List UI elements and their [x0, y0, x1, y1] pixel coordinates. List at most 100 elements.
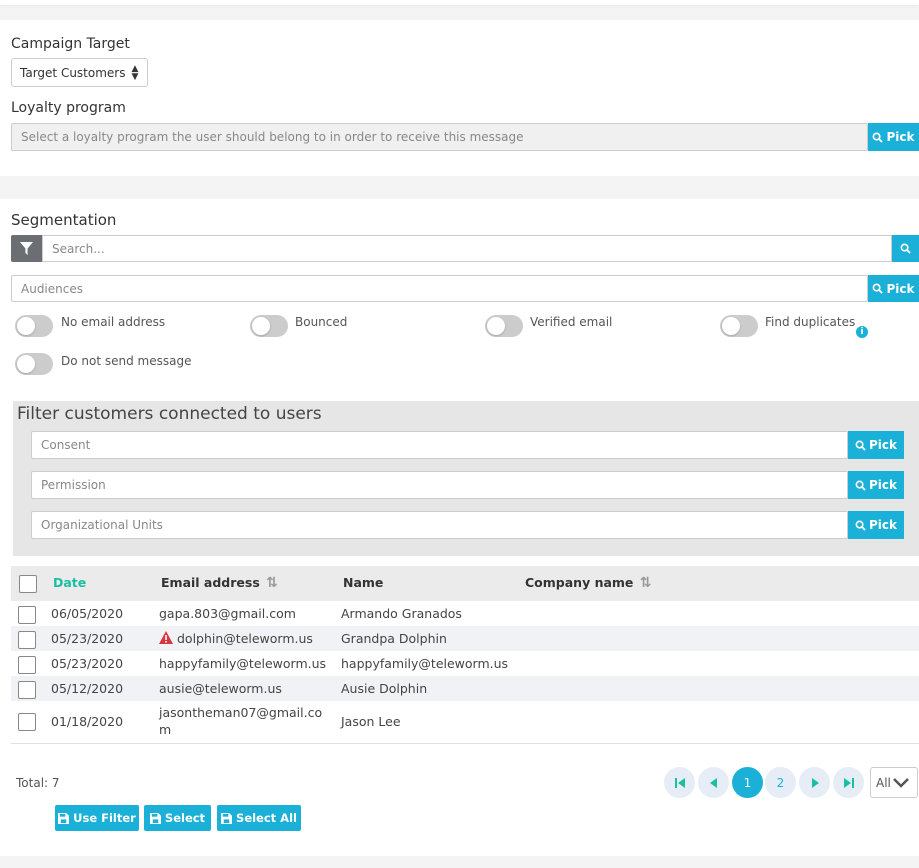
button-label: Select: [164, 811, 206, 825]
row-email: dolphin@teleworm.us: [177, 631, 313, 646]
row-name: happyfamily@teleworm.us: [341, 656, 509, 671]
toggle-label: Bounced: [295, 315, 348, 329]
next-icon: [811, 777, 819, 788]
info-icon[interactable]: i: [856, 326, 868, 338]
page-2-button[interactable]: 2: [765, 767, 796, 798]
campaign-target-label: Campaign Target: [11, 36, 130, 52]
organizational-units-field[interactable]: Organizational Units: [31, 511, 848, 539]
pick-label: Pick: [868, 438, 897, 452]
toggle-find-duplicates[interactable]: [720, 315, 758, 337]
header-company-label: Company name: [525, 575, 634, 590]
consent-field[interactable]: Consent: [31, 431, 848, 459]
table-row[interactable]: 01/18/2020 jasontheman07@gmail.co m Jaso…: [11, 701, 919, 744]
row-email: ausie@teleworm.us: [159, 681, 282, 696]
toggle-label: No email address: [61, 315, 166, 329]
toggle-label: Do not send message: [61, 354, 192, 368]
filter-customers-panel: Filter customers connected to users Cons…: [13, 401, 919, 556]
row-checkbox[interactable]: [18, 656, 36, 674]
row-name: Jason Lee: [341, 714, 401, 729]
row-date: 05/12/2020: [51, 681, 124, 696]
loyalty-pick-button[interactable]: Pick: [868, 123, 919, 151]
header-date[interactable]: Date: [53, 575, 86, 590]
last-page-icon: [843, 777, 854, 788]
header-company[interactable]: Company name ⇅: [525, 575, 652, 591]
row-checkbox[interactable]: [18, 631, 36, 649]
campaign-target-value: Target Customers: [20, 65, 126, 80]
pick-label: Pick: [868, 518, 897, 532]
button-label: Use Filter: [73, 811, 136, 825]
row-name: Armando Granados: [341, 606, 462, 621]
first-page-icon: [674, 777, 685, 788]
search-icon: [855, 480, 866, 491]
row-email-line1: jasontheman07@gmail.co: [159, 705, 323, 720]
toggle-do-not-send-message[interactable]: [15, 353, 53, 375]
table-row[interactable]: 05/23/2020 dolphin@teleworm.us Grandpa D…: [11, 626, 919, 651]
select-button[interactable]: Select: [144, 805, 211, 831]
save-icon: [221, 812, 233, 824]
use-filter-button[interactable]: Use Filter: [55, 805, 139, 831]
page-size-value: All: [876, 775, 891, 790]
consent-pick-button[interactable]: Pick: [848, 431, 904, 459]
toggle-no-email-address[interactable]: [15, 315, 53, 337]
table-row[interactable]: 05/12/2020 ausie@teleworm.us Ausie Dolph…: [11, 676, 919, 701]
first-page-button[interactable]: [664, 767, 695, 798]
loyalty-program-field[interactable]: Select a loyalty program the user should…: [11, 123, 868, 151]
header-email[interactable]: Email address ⇅: [161, 575, 278, 591]
org-units-pick-button[interactable]: Pick: [848, 511, 904, 539]
pick-label: Pick: [886, 130, 915, 144]
save-icon: [149, 812, 161, 824]
audiences-field[interactable]: Audiences: [11, 275, 868, 302]
table-row[interactable]: 05/23/2020 happyfamily@teleworm.us happy…: [11, 651, 919, 676]
warning-icon: [159, 631, 173, 644]
sort-caret-icon: ▲ ▼: [131, 63, 139, 82]
table-row[interactable]: 06/05/2020 gapa.803@gmail.com Armando Gr…: [11, 601, 919, 626]
row-date: 01/18/2020: [51, 714, 124, 729]
pick-label: Pick: [886, 281, 915, 296]
page-size-select[interactable]: All: [870, 767, 918, 798]
row-email: happyfamily@teleworm.us: [159, 656, 327, 671]
row-name: Grandpa Dolphin: [341, 631, 447, 646]
search-button[interactable]: [892, 235, 919, 262]
chevron-down-icon: [893, 777, 909, 788]
row-email-line2: m: [159, 722, 172, 737]
search-icon: [873, 132, 884, 143]
top-card: [0, 0, 919, 5]
search-icon: [855, 520, 866, 531]
filter-panel-title: Filter customers connected to users: [17, 404, 322, 424]
select-all-button[interactable]: Select All: [217, 805, 301, 831]
search-icon: [900, 243, 911, 254]
loyalty-program-label: Loyalty program: [11, 100, 126, 116]
row-date: 06/05/2020: [51, 606, 124, 621]
pick-label: Pick: [868, 478, 897, 492]
audiences-pick-button[interactable]: Pick: [868, 275, 919, 302]
filter-icon[interactable]: [11, 235, 42, 262]
toggle-bounced[interactable]: [250, 315, 288, 337]
last-page-button[interactable]: [833, 767, 864, 798]
row-checkbox[interactable]: [18, 681, 36, 699]
search-icon: [873, 283, 884, 294]
row-checkbox[interactable]: [18, 713, 36, 731]
button-label: Select All: [236, 811, 297, 825]
segmentation-card: Segmentation Search... Audiences Pick No…: [0, 199, 919, 856]
segmentation-search-input[interactable]: Search...: [42, 235, 892, 262]
row-checkbox[interactable]: [18, 606, 36, 624]
sort-icon: ⇅: [639, 575, 652, 591]
row-email: gapa.803@gmail.com: [159, 606, 296, 621]
prev-page-button[interactable]: [698, 767, 729, 798]
sort-icon: ⇅: [266, 575, 278, 591]
page-1-button[interactable]: 1: [732, 767, 763, 798]
table-header: Date Email address ⇅ Name Company name ⇅: [11, 566, 919, 601]
row-name: Ausie Dolphin: [341, 681, 428, 696]
segmentation-title: Segmentation: [11, 211, 117, 229]
permission-pick-button[interactable]: Pick: [848, 471, 904, 499]
toggle-verified-email[interactable]: [485, 315, 523, 337]
toggle-label: Verified email: [530, 315, 613, 329]
next-page-button[interactable]: [799, 767, 830, 798]
permission-field[interactable]: Permission: [31, 471, 848, 499]
header-email-label: Email address: [161, 575, 260, 590]
select-all-checkbox[interactable]: [19, 575, 37, 593]
header-name[interactable]: Name: [343, 575, 383, 590]
row-date: 05/23/2020: [51, 656, 124, 671]
campaign-target-select[interactable]: Target Customers ▲ ▼: [11, 58, 148, 87]
search-icon: [855, 440, 866, 451]
